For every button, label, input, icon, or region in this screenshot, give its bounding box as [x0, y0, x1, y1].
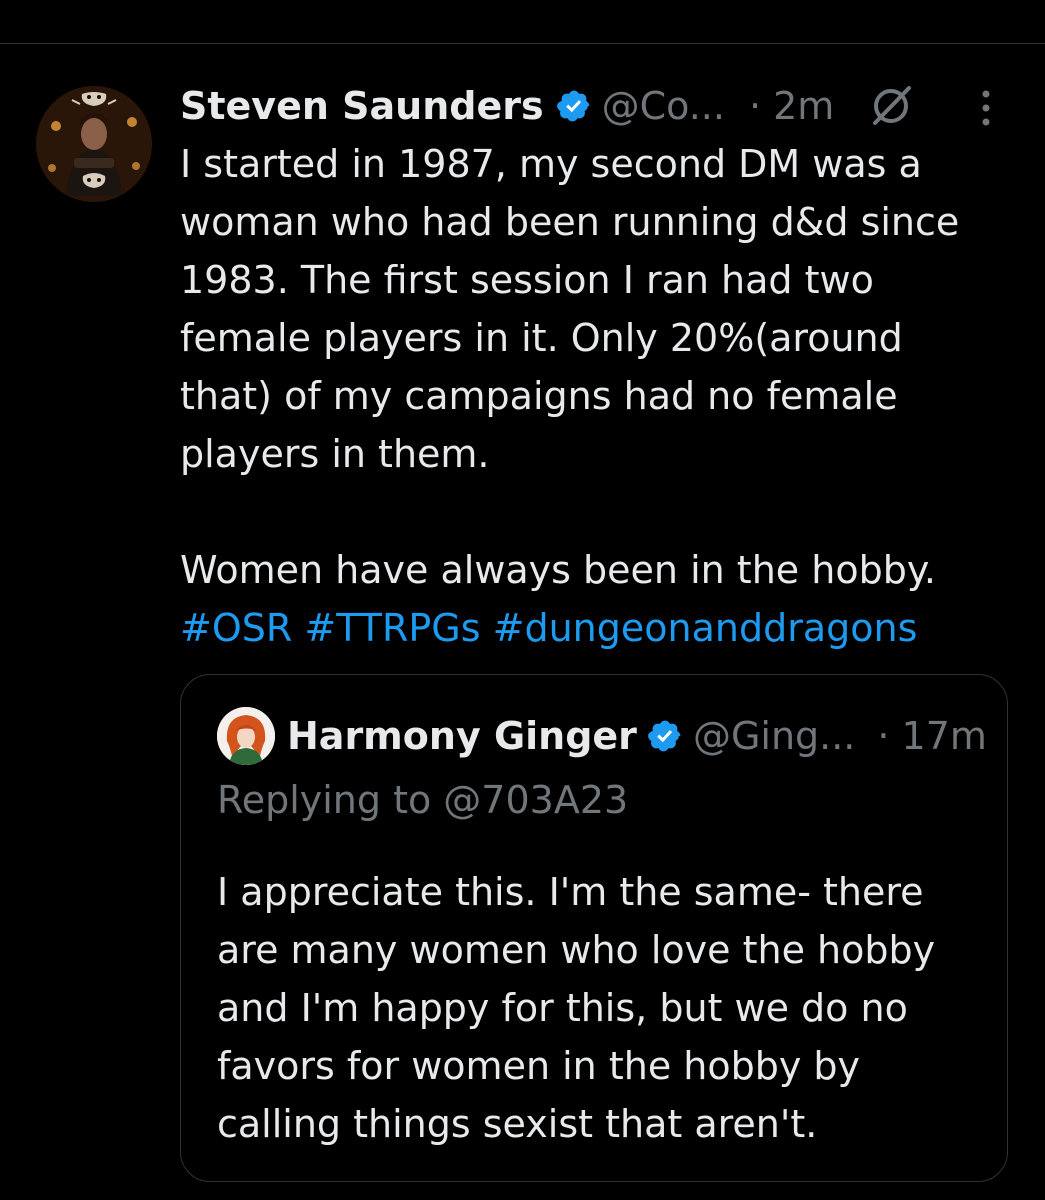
- author-avatar[interactable]: [36, 86, 152, 202]
- hashtag-link[interactable]: #TTRPGs: [304, 606, 480, 650]
- quoted-tweet-card[interactable]: Harmony Ginger @Ging... · 17m Replying t…: [180, 674, 1008, 1182]
- quoted-author-name[interactable]: Harmony Ginger: [287, 714, 637, 758]
- tweet-timestamp[interactable]: · 2m: [749, 84, 834, 128]
- quoted-author-handle[interactable]: @Ging...: [693, 714, 855, 758]
- replying-to-label: Replying to @703A23: [217, 778, 629, 822]
- replies-restricted-icon: [873, 86, 911, 125]
- quoted-tweet-header: Harmony Ginger @Ging... · 17m: [287, 706, 987, 766]
- hashtag-link[interactable]: #dungeonanddragons: [493, 606, 918, 650]
- quoted-tweet-timestamp[interactable]: · 17m: [877, 714, 987, 758]
- author-handle[interactable]: @Co...: [602, 84, 725, 128]
- author-name[interactable]: Steven Saunders: [180, 84, 544, 128]
- verified-badge-icon: [556, 90, 589, 122]
- top-divider: [0, 43, 1045, 44]
- quoted-author-avatar[interactable]: [217, 707, 275, 765]
- more-options-icon[interactable]: [970, 86, 1002, 130]
- tweet-body-text: I started in 1987, my second DM was a wo…: [180, 142, 960, 592]
- hashtag-link[interactable]: #OSR: [180, 606, 292, 650]
- quoted-tweet-body-text: I appreciate this. I'm the same- there a…: [217, 870, 936, 1146]
- avatar-image: [36, 86, 152, 202]
- verified-badge-icon: [648, 720, 681, 752]
- hashtag-list: #OSR #TTRPGs #dungeonanddragons: [180, 599, 917, 657]
- tweet-header: Steven Saunders @Co... · 2m: [180, 76, 834, 136]
- quoted-avatar-image: [217, 707, 275, 765]
